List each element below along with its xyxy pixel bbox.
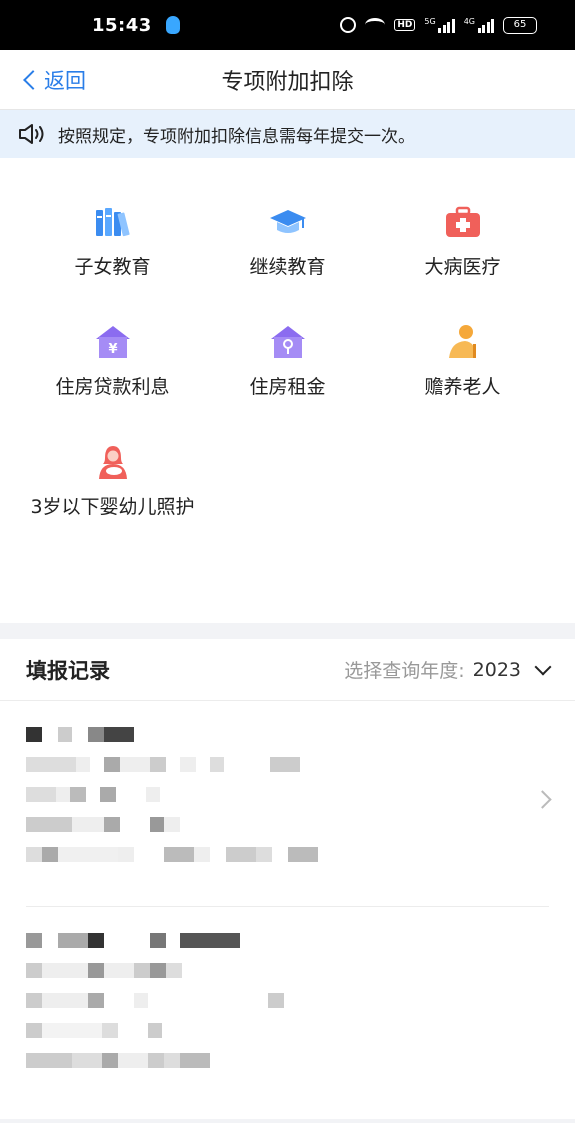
status-bar: 15:43 HD 5G 4G 65	[0, 0, 575, 50]
qq-notification-icon	[165, 16, 180, 34]
elderly-icon	[448, 325, 476, 358]
redacted-text	[26, 757, 549, 772]
category-elderly-support[interactable]: 赡养老人	[375, 322, 550, 402]
records-header: 填报记录 选择查询年度: 2023	[0, 639, 575, 701]
hd-icon: HD	[394, 19, 416, 31]
category-label: 住房租金	[249, 376, 326, 398]
record-item-redacted[interactable]	[0, 701, 575, 906]
battery-icon: 65	[503, 16, 537, 34]
year-selector[interactable]: 选择查询年度: 2023	[344, 656, 552, 683]
notice-text: 按照规定，专项附加扣除信息需每年提交一次。	[58, 126, 415, 147]
nav-bar: 返回 专项附加扣除	[0, 50, 575, 110]
filing-records-section: 填报记录 选择查询年度: 2023	[0, 639, 575, 1119]
category-children-education[interactable]: 子女教育	[25, 202, 200, 282]
status-icons: HD 5G 4G 65	[340, 16, 537, 34]
page-title: 专项附加扣除	[221, 69, 354, 95]
category-serious-illness[interactable]: 大病医疗	[375, 202, 550, 282]
category-housing-loan-interest[interactable]: ¥ 住房贷款利息	[25, 322, 200, 402]
redacted-text	[26, 1053, 549, 1068]
records-title: 填报记录	[26, 658, 110, 683]
redacted-text	[26, 963, 549, 978]
redacted-text	[26, 787, 549, 802]
speaker-icon	[19, 124, 44, 144]
year-selector-label: 选择查询年度:	[344, 660, 465, 682]
category-label: 继续教育	[249, 256, 326, 278]
medical-kit-icon	[445, 206, 480, 237]
status-time: 15:43	[92, 14, 152, 36]
signal-5g-icon: 5G	[424, 17, 455, 33]
back-label: 返回	[44, 68, 86, 93]
alarm-icon	[340, 17, 357, 33]
signal-4g-icon: 4G	[464, 17, 494, 33]
redacted-text	[26, 817, 549, 832]
house-key-icon	[270, 326, 305, 358]
notice-bar: 按照规定，专项附加扣除信息需每年提交一次。	[0, 110, 575, 158]
category-label: 子女教育	[74, 256, 151, 278]
graduation-cap-icon	[269, 210, 306, 233]
chevron-left-icon	[23, 69, 43, 90]
category-label: 赡养老人	[424, 376, 501, 398]
redacted-text	[26, 993, 549, 1008]
wifi-icon	[365, 18, 386, 32]
redacted-text	[26, 727, 549, 742]
redacted-text	[26, 847, 549, 862]
svg-text:¥: ¥	[108, 342, 117, 357]
chevron-down-icon	[534, 658, 552, 675]
deduction-categories: 子女教育 继续教育 大病医疗 ¥ 住房贷款利息 住房租金 赡养老人 3岁以下婴幼…	[0, 158, 575, 623]
mother-baby-icon	[98, 446, 127, 479]
category-label: 住房贷款利息	[55, 376, 170, 398]
category-label: 大病医疗	[424, 256, 501, 278]
house-yuan-icon: ¥	[95, 326, 130, 358]
year-selector-value: 2023	[472, 658, 521, 681]
category-continuing-education[interactable]: 继续教育	[200, 202, 375, 282]
redacted-text	[26, 1023, 549, 1038]
category-infant-care[interactable]: 3岁以下婴幼儿照护	[25, 442, 200, 522]
redacted-text	[26, 933, 549, 948]
category-label: 3岁以下婴幼儿照护	[30, 496, 195, 518]
record-item-redacted[interactable]	[26, 906, 549, 1111]
back-button[interactable]: 返回	[22, 65, 86, 95]
books-icon	[95, 208, 130, 237]
category-housing-rent[interactable]: 住房租金	[200, 322, 375, 402]
